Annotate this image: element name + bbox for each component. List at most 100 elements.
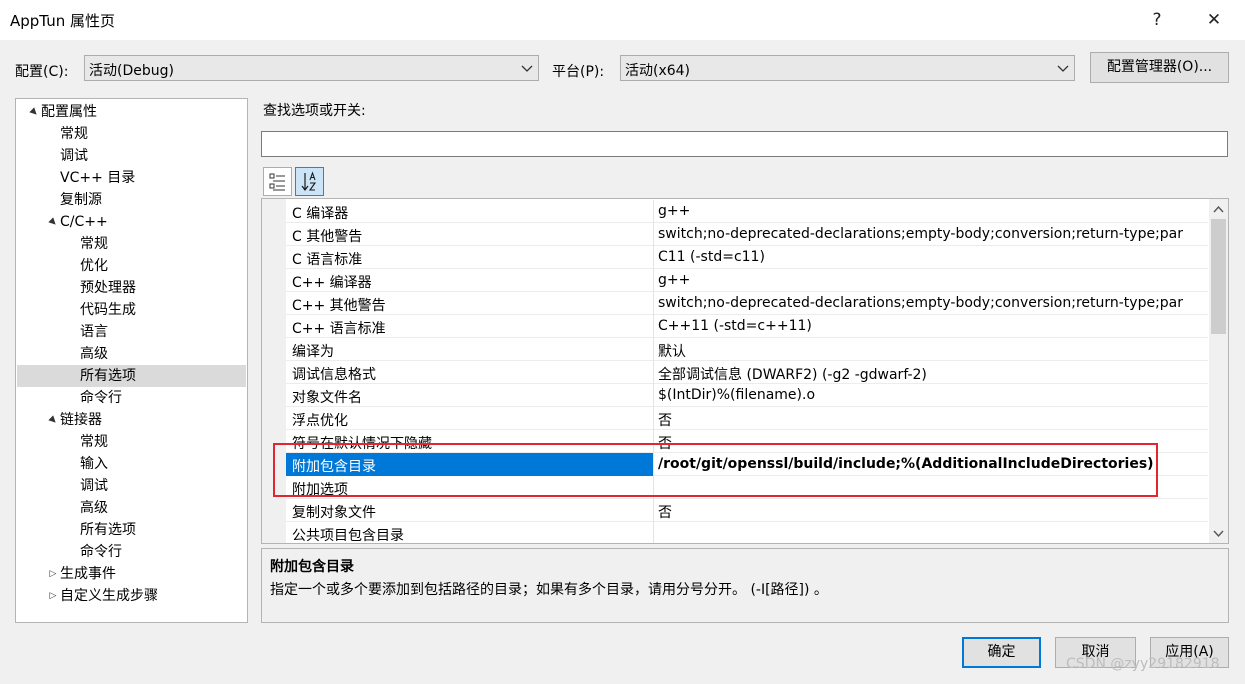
property-value[interactable]: 默认: [658, 341, 1208, 361]
description-title: 附加包含目录: [270, 559, 354, 575]
tree-item[interactable]: 常规: [17, 431, 246, 453]
property-value[interactable]: C++11 (-std=c++11): [658, 318, 1208, 334]
column-divider: [653, 338, 654, 361]
help-button[interactable]: ?: [1137, 6, 1177, 34]
property-name: 编译为: [292, 344, 334, 360]
tree-item[interactable]: ▷ 自定义生成步骤: [17, 585, 246, 607]
config-label: 配置(C):: [15, 64, 69, 80]
scroll-down-icon[interactable]: [1213, 529, 1224, 539]
expand-icon[interactable]: ▷: [46, 585, 60, 607]
tree-item[interactable]: VC++ 目录: [17, 167, 246, 189]
config-select[interactable]: 活动(Debug): [84, 55, 539, 81]
search-input[interactable]: [261, 131, 1228, 157]
property-value[interactable]: g++: [658, 272, 1208, 288]
close-button[interactable]: ✕: [1194, 6, 1234, 34]
tree-item-label: 常规: [80, 434, 108, 450]
tree-item-label: 预处理器: [80, 280, 136, 296]
property-row[interactable]: 调试信息格式 全部调试信息 (DWARF2) (-g2 -gdwarf-2): [286, 361, 1208, 384]
tree-item-label: 高级: [80, 500, 108, 516]
tree-item[interactable]: 常规: [17, 123, 246, 145]
tree-item[interactable]: 所有选项: [17, 519, 246, 541]
tree-item-label: 命令行: [80, 544, 122, 560]
column-divider: [653, 246, 654, 269]
tree-item[interactable]: ▲ 配置属性: [17, 101, 246, 123]
scroll-thumb[interactable]: [1211, 219, 1226, 334]
tree-item-label: 所有选项: [80, 368, 136, 384]
tree-item[interactable]: ▲ C/C++: [17, 211, 246, 233]
description-text: 指定一个或多个要添加到包括路径的目录；如果有多个目录，请用分号分开。 (-I[路…: [270, 582, 828, 598]
tree-item[interactable]: 输入: [17, 453, 246, 475]
tree-item[interactable]: 命令行: [17, 387, 246, 409]
watermark: CSDN @zyy29182918: [1066, 656, 1220, 672]
platform-select[interactable]: 活动(x64): [620, 55, 1075, 81]
property-row[interactable]: C 编译器 g++: [286, 200, 1208, 223]
property-name: 公共项目包含目录: [292, 528, 404, 544]
tree-item-label: 所有选项: [80, 522, 136, 538]
tree-item[interactable]: 常规: [17, 233, 246, 255]
property-value[interactable]: 否: [658, 410, 1208, 430]
tree-item[interactable]: 语言: [17, 321, 246, 343]
category-tree: ▲ 配置属性 常规 调试 VC++ 目录 复制源 ▲ C/C++ 常规 优化 预处理器 代码生成 语言高…: [15, 98, 248, 623]
tree-item[interactable]: 所有选项: [17, 365, 246, 387]
tree-item-label: 链接器: [60, 412, 102, 428]
grid-scrollbar[interactable]: [1209, 199, 1228, 543]
property-row[interactable]: C++ 其他警告 switch;no-deprecated-declaration…: [286, 292, 1208, 315]
property-value[interactable]: $(IntDir)%(filename).o: [658, 387, 1208, 403]
tree-item-label: 命令行: [80, 390, 122, 406]
ok-button[interactable]: 确定: [962, 637, 1041, 668]
property-row[interactable]: C++ 编译器 g++: [286, 269, 1208, 292]
tree-item[interactable]: ▲ 链接器: [17, 409, 246, 431]
tree-item-label: 代码生成: [80, 302, 136, 318]
column-divider: [653, 407, 654, 430]
column-divider: [653, 522, 654, 543]
scroll-up-icon[interactable]: [1213, 204, 1224, 214]
description-panel: 附加包含目录 指定一个或多个要添加到包括路径的目录；如果有多个目录，请用分号分开…: [261, 548, 1229, 623]
expand-icon[interactable]: ▷: [46, 563, 60, 585]
tree-item[interactable]: 调试: [17, 145, 246, 167]
property-row[interactable]: 浮点优化 否: [286, 407, 1208, 430]
property-row[interactable]: 复制对象文件 否: [286, 499, 1208, 522]
property-value[interactable]: 全部调试信息 (DWARF2) (-g2 -gdwarf-2): [658, 364, 1208, 384]
property-name: C++ 其他警告: [292, 298, 386, 314]
categorized-view-button[interactable]: [263, 167, 292, 196]
tree-item[interactable]: 调试: [17, 475, 246, 497]
property-value[interactable]: C11 (-std=c11): [658, 249, 1208, 265]
property-row[interactable]: 编译为 默认: [286, 338, 1208, 361]
column-divider: [653, 292, 654, 315]
tree-item[interactable]: 优化: [17, 255, 246, 277]
property-value[interactable]: 否: [658, 502, 1208, 522]
property-row[interactable]: 对象文件名 $(IntDir)%(filename).o: [286, 384, 1208, 407]
property-row[interactable]: C++ 语言标准 C++11 (-std=c++11): [286, 315, 1208, 338]
property-row[interactable]: C 语言标准 C11 (-std=c11): [286, 246, 1208, 269]
tree-item[interactable]: 代码生成: [17, 299, 246, 321]
property-name: C++ 语言标准: [292, 321, 386, 337]
search-label: 查找选项或开关:: [263, 103, 366, 119]
tree-item[interactable]: ▷ 生成事件: [17, 563, 246, 585]
property-name: 复制对象文件: [292, 505, 376, 521]
chevron-down-icon: [521, 65, 533, 72]
platform-label: 平台(P):: [552, 64, 605, 80]
tree-item[interactable]: 预处理器: [17, 277, 246, 299]
property-row[interactable]: 公共项目包含目录: [286, 522, 1208, 544]
categorized-icon: [269, 173, 285, 191]
window-title: AppTun 属性页: [10, 12, 115, 30]
tree-item[interactable]: 高级: [17, 343, 246, 365]
config-manager-button[interactable]: 配置管理器(O)...: [1090, 52, 1229, 83]
tree-item[interactable]: 复制源: [17, 189, 246, 211]
property-name: C 其他警告: [292, 229, 363, 245]
alphabetical-view-button[interactable]: [295, 167, 324, 196]
property-name: C 语言标准: [292, 252, 363, 268]
tree-item[interactable]: 命令行: [17, 541, 246, 563]
property-value[interactable]: g++: [658, 203, 1208, 219]
property-value[interactable]: switch;no-deprecated-declarations;empty-…: [658, 226, 1208, 242]
highlight-annotation: [273, 443, 1158, 497]
property-name: 调试信息格式: [292, 367, 376, 383]
tree-item-label: 生成事件: [60, 566, 116, 582]
tree-item-label: C/C++: [60, 214, 108, 230]
property-value[interactable]: switch;no-deprecated-declarations;empty-…: [658, 295, 1208, 311]
tree-item-label: 输入: [80, 456, 108, 472]
property-row[interactable]: C 其他警告 switch;no-deprecated-declarations;…: [286, 223, 1208, 246]
config-value: 活动(Debug): [89, 63, 174, 79]
tree-item-label: 复制源: [60, 192, 102, 208]
tree-item[interactable]: 高级: [17, 497, 246, 519]
